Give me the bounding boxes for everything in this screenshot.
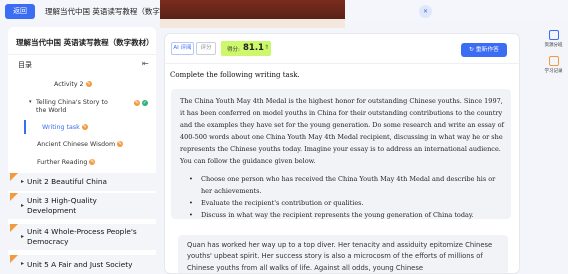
close-icon[interactable]: ✕ [419, 5, 432, 18]
sidebar-item-activity-2[interactable]: Activity 2 ✎ [54, 81, 92, 88]
sidebar-item-label-line2: the World [36, 107, 67, 114]
unit-label-line1: Unit 4 Whole-Process People's [27, 227, 137, 236]
prompt-box: The China Youth May 4th Medal is the hig… [171, 89, 511, 222]
prompt-paragraph: The China Youth May 4th Medal is the hig… [180, 97, 504, 165]
score-label: 得分: [227, 47, 240, 53]
unit-4[interactable]: ▸ Unit 4 Whole-Process People's Democrac… [8, 224, 156, 250]
guidance-item: Evaluate the recipient's contribution or… [189, 198, 499, 210]
badge-icon: ✎ [134, 100, 140, 106]
rail-label: 学习记录 [544, 69, 563, 74]
banner-image [160, 0, 345, 28]
essay-text: Quan has worked her way up to a top dive… [187, 241, 493, 272]
chevron-right-icon: ▸ [21, 202, 25, 209]
sidebar-item-ancient-chinese-wisdom[interactable]: Ancient Chinese Wisdom ✎ [37, 141, 124, 148]
unit-3[interactable]: ▸ Unit 3 High-Quality Development [8, 193, 156, 219]
active-indicator [24, 120, 26, 134]
unit-5[interactable]: ▸ Unit 5 A Fair and Just Society [8, 255, 156, 272]
resource-icon [548, 30, 559, 40]
sidebar-item-label: Ancient Chinese Wisdom [37, 141, 116, 148]
sidebar: 理解当代中国 英语读写教程（数字教材） 目录 ⇤ Activity 2 ✎ ▾ … [8, 27, 156, 272]
resource-class-button[interactable]: 资源分班 [539, 30, 568, 48]
flag-icon [10, 255, 18, 263]
flag-icon [10, 193, 18, 201]
collapse-icon[interactable]: ⇤ [142, 59, 149, 68]
unit-label-line1: Unit 3 High-Quality [27, 196, 97, 205]
unit-label: Unit 2 Beautiful China [27, 177, 107, 186]
divider [8, 54, 156, 55]
unit-label-line2: Development [27, 206, 77, 215]
sidebar-item-label-line1: Telling China's Story to [36, 99, 108, 106]
rewrite-button[interactable]: ↻ 重新作答 [461, 43, 507, 57]
right-rail: 资源分班 学习记录 [539, 22, 568, 82]
sidebar-item-label: Writing task [42, 124, 80, 131]
badge-icon: ✎ [85, 81, 92, 87]
sidebar-item-label: Activity 2 [54, 81, 84, 88]
task-heading: Complete the following writing task. [170, 71, 300, 79]
check-icon: ✓ [142, 100, 148, 106]
essay-answer: Quan has worked her way up to a top dive… [178, 235, 508, 273]
chevron-right-icon: ▸ [21, 260, 25, 267]
rail-label: 资源分班 [544, 43, 563, 48]
chevron-down-icon: ▾ [29, 99, 32, 105]
ai-review-tab[interactable]: AI 评阅 [171, 42, 194, 55]
score-badge: 得分: 81.1 ⇑ [221, 41, 271, 56]
trend-up-icon: ⇑ [264, 44, 270, 51]
main-panel: AI 评阅 评分 得分: 81.1 ⇑ ↻ 重新作答 Complete the … [164, 33, 520, 274]
flag-icon [10, 173, 18, 181]
unit-label-line2: Democracy [27, 237, 69, 246]
divider [165, 63, 519, 64]
sidebar-item-label: Further Reading [37, 159, 88, 166]
badge-icon: ✎ [81, 124, 88, 130]
badge-icon: ✎ [117, 141, 124, 147]
sidebar-item-further-reading[interactable]: Further Reading ✎ [37, 159, 96, 166]
chevron-right-icon: ▸ [21, 178, 25, 185]
badge-icon: ✎ [89, 159, 96, 165]
guidance-item: Discuss in what way the recipient repres… [189, 210, 499, 222]
back-button[interactable]: 返回 [5, 4, 35, 19]
score-tab[interactable]: 评分 [196, 42, 216, 55]
chevron-right-icon: ▸ [21, 233, 25, 240]
record-icon [548, 56, 559, 66]
study-record-button[interactable]: 学习记录 [539, 56, 568, 74]
guidance-list: Choose one person who has received the C… [189, 174, 499, 222]
toc-label: 目录 [18, 61, 32, 69]
sidebar-item-writing-task[interactable]: Writing task ✎ [42, 124, 88, 131]
unit-2[interactable]: ▸ Unit 2 Beautiful China [8, 173, 156, 191]
flag-icon [10, 224, 18, 232]
guidance-item: Choose one person who has received the C… [189, 174, 499, 198]
book-title: 理解当代中国 英语读写教程（数字教材） [16, 38, 154, 47]
score-value: 81.1 [243, 43, 264, 53]
unit-label: Unit 5 A Fair and Just Society [27, 260, 133, 269]
